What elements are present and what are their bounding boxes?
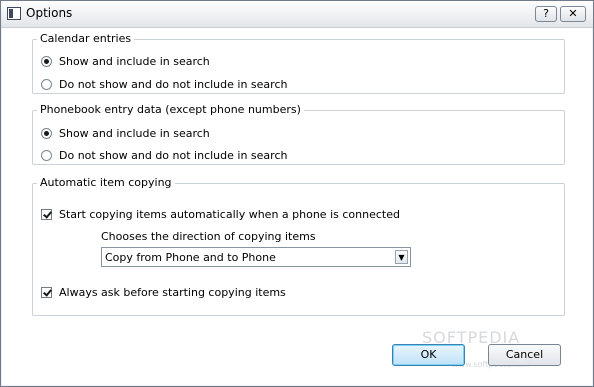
phonebook-hide-radio[interactable] xyxy=(41,149,52,161)
calendar-hide-option[interactable]: Do not show and do not include in search xyxy=(41,76,287,92)
title-bar[interactable]: Options ? ✕ xyxy=(1,1,593,28)
phonebook-show-label: Show and include in search xyxy=(59,126,210,140)
direction-select[interactable]: Copy from Phone and to Phone ▼ xyxy=(101,247,411,267)
phonebook-hide-label: Do not show and do not include in search xyxy=(59,148,288,162)
phonebook-legend: Phonebook entry data (except phone numbe… xyxy=(40,103,301,116)
dialog-body: Calendar entries Show and include in sea… xyxy=(2,28,592,385)
direction-label: Chooses the direction of copying items xyxy=(101,229,316,243)
calendar-show-label: Show and include in search xyxy=(59,54,210,68)
close-button[interactable]: ✕ xyxy=(560,6,586,22)
window-title: Options xyxy=(26,6,73,20)
help-button[interactable]: ? xyxy=(535,6,557,22)
ok-button[interactable]: OK xyxy=(392,344,465,366)
phonebook-group: Phonebook entry data (except phone numbe… xyxy=(32,104,565,165)
auto-copy-option[interactable]: Start copying items automatically when a… xyxy=(41,206,400,222)
calendar-hide-radio[interactable] xyxy=(41,78,52,90)
always-ask-checkbox[interactable] xyxy=(41,286,52,298)
calendar-legend: Calendar entries xyxy=(40,32,132,45)
options-dialog: Options ? ✕ Calendar entries Show and in… xyxy=(0,0,594,387)
copying-legend: Automatic item copying xyxy=(40,176,172,189)
phonebook-hide-option[interactable]: Do not show and do not include in search xyxy=(41,147,287,163)
direction-select-value: Copy from Phone and to Phone xyxy=(105,251,276,264)
always-ask-label: Always ask before starting copying items xyxy=(59,285,286,299)
calendar-show-option[interactable]: Show and include in search xyxy=(41,53,210,69)
auto-copy-label: Start copying items automatically when a… xyxy=(59,207,400,221)
cancel-button[interactable]: Cancel xyxy=(488,344,561,366)
calendar-hide-label: Do not show and do not include in search xyxy=(59,77,288,91)
phonebook-show-radio[interactable] xyxy=(41,127,52,139)
direction-label-row: Chooses the direction of copying items xyxy=(101,228,316,244)
calendar-show-radio[interactable] xyxy=(41,55,52,67)
always-ask-option[interactable]: Always ask before starting copying items xyxy=(41,284,286,300)
app-icon xyxy=(7,7,21,20)
calendar-group: Calendar entries Show and include in sea… xyxy=(32,33,565,94)
auto-copy-checkbox[interactable] xyxy=(41,208,52,220)
chevron-down-icon[interactable]: ▼ xyxy=(395,250,408,264)
phonebook-show-option[interactable]: Show and include in search xyxy=(41,125,210,141)
